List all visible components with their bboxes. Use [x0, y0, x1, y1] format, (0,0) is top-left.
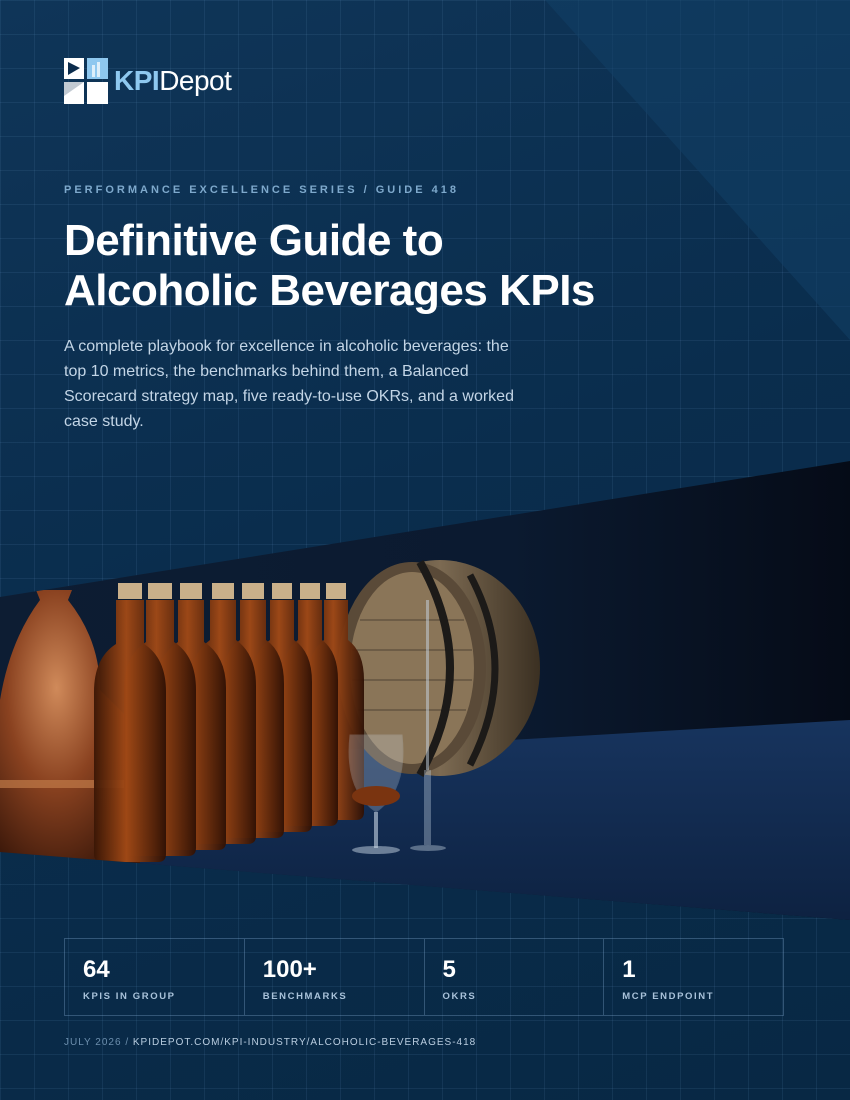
cover-page: KPIDepot PERFORMANCE EXCELLENCE SERIES /…: [0, 0, 850, 1100]
footer-url[interactable]: KPIDEPOT.COM/KPI-INDUSTRY/ALCOHOLIC-BEVE…: [133, 1037, 476, 1048]
stat-value: 100+: [262, 956, 317, 983]
stat-mcp-endpoint: 1 MCP ENDPOINT: [604, 939, 783, 1015]
stat-okrs: 5 OKRS: [425, 939, 605, 1015]
hero-photo: [0, 461, 850, 920]
stat-value: 1: [622, 956, 636, 983]
stat-label: BENCHMARKS: [262, 991, 348, 1002]
stat-label: MCP ENDPOINT: [622, 991, 715, 1002]
stat-kpis: 64 KPIS IN GROUP: [65, 939, 245, 1015]
stat-benchmarks: 100+ BENCHMARKS: [245, 939, 425, 1015]
stat-label: KPIS IN GROUP: [83, 991, 176, 1002]
stat-value: 64: [83, 956, 110, 983]
footer: JULY 2026 / KPIDEPOT.COM/KPI-INDUSTRY/AL…: [64, 1037, 476, 1048]
footer-date: JULY 2026 /: [64, 1037, 133, 1048]
stats-row: 64 KPIS IN GROUP 100+ BENCHMARKS 5 OKRS …: [64, 938, 784, 1016]
stat-value: 5: [442, 956, 456, 983]
stat-label: OKRS: [442, 991, 477, 1002]
